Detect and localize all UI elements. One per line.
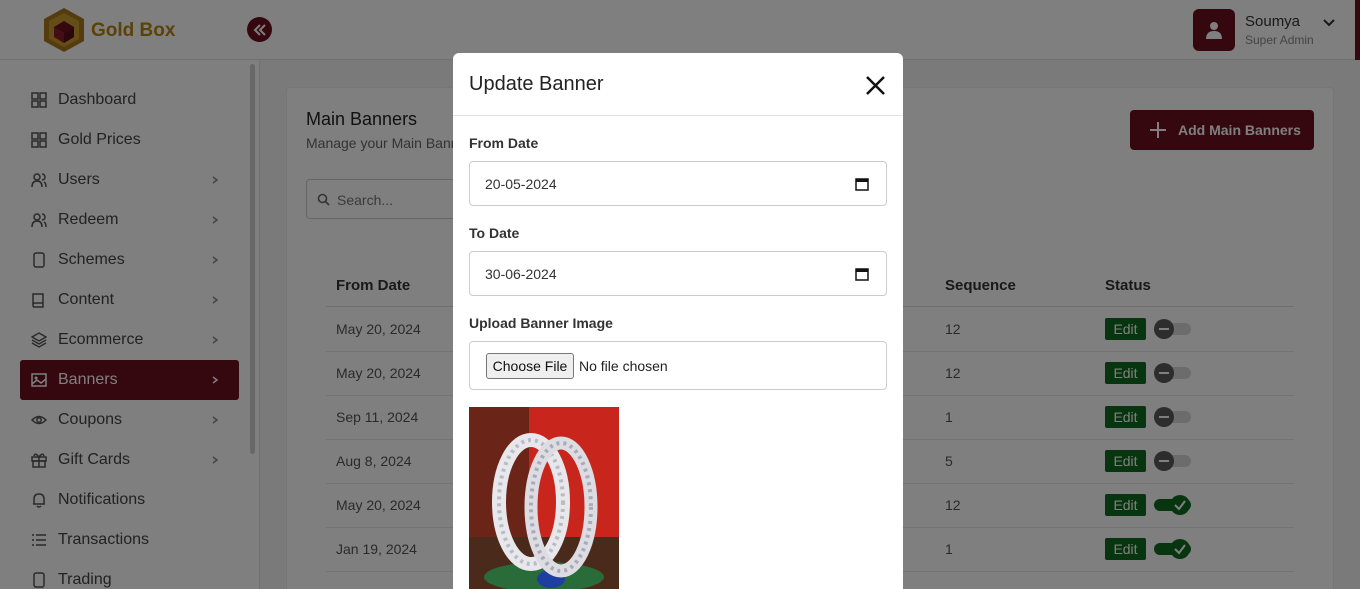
file-status: No file chosen	[579, 358, 668, 374]
to-date-label: To Date	[469, 225, 520, 241]
calendar-icon[interactable]	[855, 177, 869, 191]
to-date-field[interactable]: 30-06-2024	[469, 251, 887, 296]
from-date-label: From Date	[469, 135, 539, 151]
banner-preview-image	[469, 407, 619, 589]
update-banner-modal: Update Banner From Date 20-05-2024 To Da…	[453, 53, 903, 589]
choose-file-button[interactable]: Choose File	[486, 353, 574, 379]
upload-image-label: Upload Banner Image	[469, 315, 613, 331]
file-upload-field[interactable]: Choose File No file chosen	[469, 341, 887, 390]
modal-divider	[453, 115, 903, 116]
to-date-value: 30-06-2024	[485, 266, 557, 282]
modal-title: Update Banner	[469, 73, 604, 95]
close-icon[interactable]	[863, 73, 888, 98]
from-date-field[interactable]: 20-05-2024	[469, 161, 887, 206]
from-date-value: 20-05-2024	[485, 176, 557, 192]
calendar-icon[interactable]	[855, 267, 869, 281]
